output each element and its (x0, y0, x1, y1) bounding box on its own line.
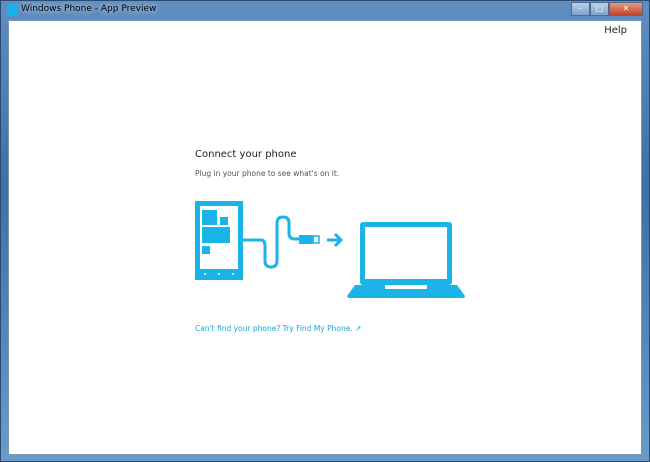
app-window: Windows Phone - App Preview – □ ✕ Help C… (0, 0, 650, 462)
maximize-button[interactable]: □ (590, 2, 609, 16)
help-menu[interactable]: Help (604, 25, 627, 36)
minimize-button[interactable]: – (571, 2, 590, 16)
content-area: Help Connect your phone Plug in your pho… (8, 20, 642, 455)
page-subtitle: Plug in your phone to see what's on it. (195, 169, 340, 178)
arrow-right-icon (327, 232, 344, 248)
laptop-icon (347, 222, 465, 298)
close-button[interactable]: ✕ (609, 2, 643, 16)
page-title: Connect your phone (195, 149, 297, 160)
app-icon (7, 4, 18, 16)
cable-icon (243, 215, 299, 269)
title-bar[interactable]: Windows Phone - App Preview – □ ✕ (1, 1, 649, 20)
find-my-phone-link[interactable]: Can't find your phone? Try Find My Phone… (195, 324, 361, 333)
phone-icon (195, 201, 243, 280)
connect-illustration (195, 201, 465, 298)
window-title: Windows Phone - App Preview (21, 4, 157, 14)
